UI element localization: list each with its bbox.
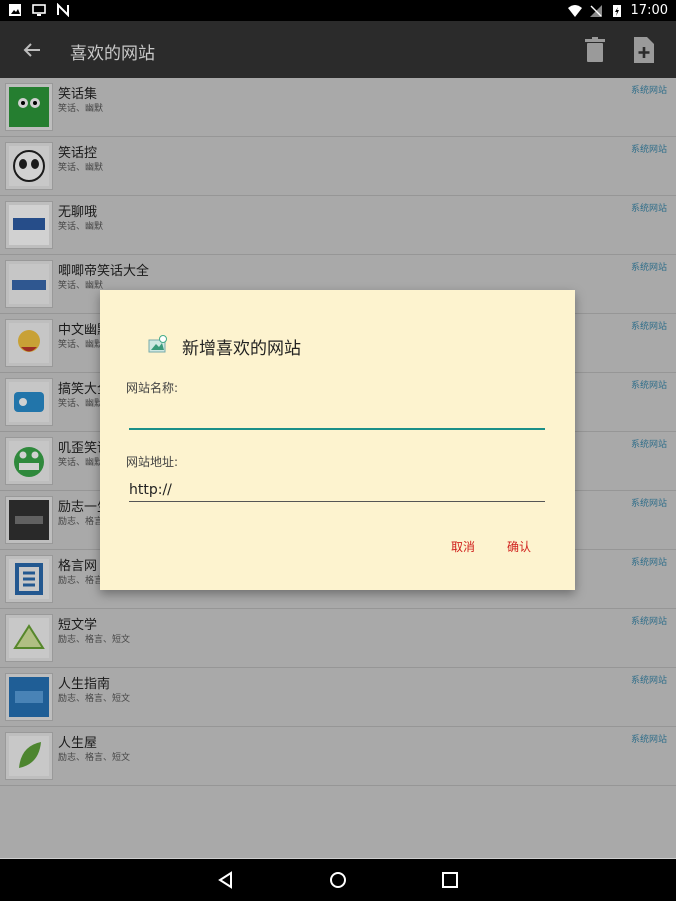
site-url-label: 网站地址: bbox=[126, 455, 179, 469]
confirm-button[interactable]: 确认 bbox=[503, 536, 535, 557]
add-file-icon[interactable] bbox=[632, 36, 656, 64]
status-time: 17:00 bbox=[630, 3, 668, 18]
no-signal-icon bbox=[589, 4, 602, 17]
wifi-icon bbox=[567, 4, 582, 17]
delete-trash-icon[interactable] bbox=[584, 37, 606, 63]
site-url-input[interactable] bbox=[129, 478, 545, 502]
back-nav-icon[interactable] bbox=[217, 871, 235, 889]
add-favorite-site-dialog: 新增喜欢的网站 网站名称: 网站地址: 取消 确认 bbox=[100, 290, 575, 590]
dialog-title: 新增喜欢的网站 bbox=[182, 339, 301, 359]
home-nav-icon[interactable] bbox=[329, 871, 347, 889]
status-bar: 17:00 bbox=[0, 0, 676, 21]
back-arrow-icon[interactable] bbox=[20, 38, 44, 62]
image-notification-icon bbox=[9, 4, 21, 16]
n-notification-icon bbox=[57, 3, 69, 17]
app-bar: 喜欢的网站 bbox=[0, 21, 676, 78]
cancel-button[interactable]: 取消 bbox=[447, 536, 479, 557]
add-site-icon bbox=[148, 335, 167, 353]
cast-notification-icon bbox=[32, 4, 46, 16]
page-title: 喜欢的网站 bbox=[70, 44, 155, 64]
site-name-label: 网站名称: bbox=[126, 381, 179, 395]
battery-charging-icon bbox=[612, 4, 621, 17]
recents-nav-icon[interactable] bbox=[441, 871, 459, 889]
system-navigation-bar bbox=[0, 859, 676, 901]
site-name-input[interactable] bbox=[129, 402, 545, 430]
